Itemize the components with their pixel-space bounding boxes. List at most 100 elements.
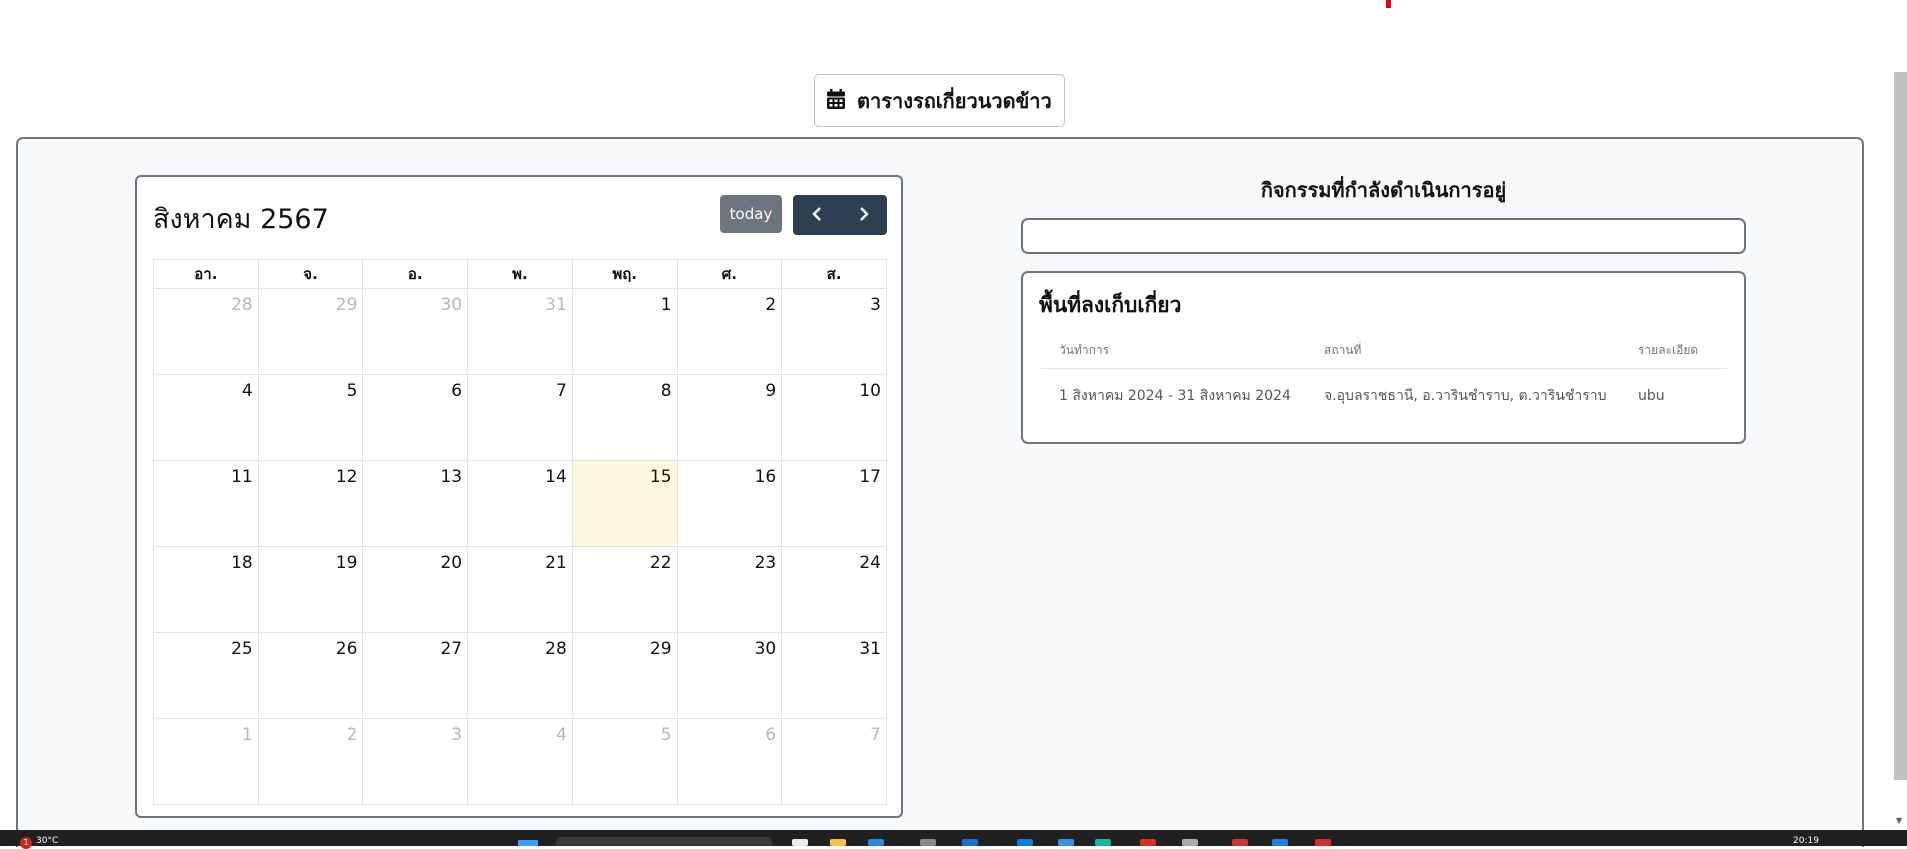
taskbar-clock[interactable]: 20:19 xyxy=(1793,836,1819,846)
calendar-day-cell[interactable]: 2 xyxy=(676,288,783,375)
harvest-area-title: พื้นที่ลงเก็บเกี่ยว xyxy=(1039,293,1182,317)
calendar-grid: อา. จ. อ. พ. พฤ. ศ. ส. 28 29 30 31 1 2 3… xyxy=(153,259,887,805)
calendar-day-cell[interactable]: 1 xyxy=(571,288,678,375)
activity-list-box xyxy=(1021,218,1746,254)
page-scrollbar[interactable] xyxy=(1894,72,1907,780)
activity-title: กิจกรรมที่กำลังดำเนินการอยู่ xyxy=(1260,178,1507,202)
schedule-title-label: ตารางรถเกี่ยวนวดข้าว xyxy=(857,88,1052,113)
calendar-week-row: 28 29 30 31 1 2 3 xyxy=(153,288,887,375)
calendar-card: สิงหาคม 2567 today อา. จ. อ. พ. พฤ. ศ. ส… xyxy=(135,175,903,818)
calendar-day-cell[interactable]: 12 xyxy=(257,460,364,547)
app-icon[interactable] xyxy=(1182,839,1198,846)
calendar-day-cell[interactable]: 7 xyxy=(467,374,573,461)
weekday-wed: พ. xyxy=(467,259,573,289)
app-icon[interactable] xyxy=(1272,839,1288,846)
schedule-title-button[interactable]: ตารางรถเกี่ยวนวดข้าว xyxy=(814,74,1065,127)
calendar-day-cell[interactable]: 23 xyxy=(676,546,783,633)
prev-month-button[interactable] xyxy=(793,195,840,235)
calendar-day-cell[interactable]: 13 xyxy=(362,460,469,547)
calendar-week-row: 25 26 27 28 29 30 31 xyxy=(153,632,887,719)
table-header-row: วันทำการ สถานที่ รายละเอียด xyxy=(1041,335,1727,369)
cell-location: จ.อุบลราชธานี, อ.วารินชำราบ, ต.วารินชำรา… xyxy=(1324,388,1607,404)
calendar-day-cell[interactable]: 4 xyxy=(467,718,573,805)
calendar-week-row: 11 12 13 14 15 16 17 xyxy=(153,460,887,547)
start-icon[interactable] xyxy=(518,840,538,846)
calendar-day-cell[interactable]: 21 xyxy=(467,546,573,633)
weekday-sun: อา. xyxy=(153,259,259,289)
folder-icon[interactable] xyxy=(830,839,846,846)
calendar-day-cell[interactable]: 5 xyxy=(257,374,364,461)
app-icon[interactable] xyxy=(1315,839,1331,846)
today-button[interactable]: today xyxy=(720,195,782,233)
calendar-day-cell[interactable]: 3 xyxy=(781,288,887,375)
calendar-nav xyxy=(793,195,887,235)
calendar-day-cell[interactable]: 8 xyxy=(571,374,678,461)
calendar-month-title: สิงหาคม 2567 xyxy=(153,204,329,235)
calendar-day-cell[interactable]: 9 xyxy=(676,374,783,461)
edge-icon[interactable] xyxy=(1017,839,1033,846)
calendar-day-cell[interactable]: 31 xyxy=(781,632,887,719)
calendar-day-cell[interactable]: 24 xyxy=(781,546,887,633)
weekday-thu: พฤ. xyxy=(571,259,678,289)
calendar-day-cell[interactable]: 31 xyxy=(467,288,573,375)
calendar-week-row: 4 5 6 7 8 9 10 xyxy=(153,374,887,461)
table-row[interactable]: 1 สิงหาคม 2024 - 31 สิงหาคม 2024 จ.อุบลร… xyxy=(1041,369,1727,408)
calendar-day-cell[interactable]: 28 xyxy=(153,288,259,375)
weekday-fri: ศ. xyxy=(676,259,783,289)
column-header-location: สถานที่ xyxy=(1306,335,1620,369)
calendar-day-cell[interactable]: 10 xyxy=(781,374,887,461)
chevron-left-icon xyxy=(811,206,823,225)
weekday-header-row: อา. จ. อ. พ. พฤ. ศ. ส. xyxy=(153,259,887,289)
calendar-day-cell[interactable]: 1 xyxy=(153,718,259,805)
calendar-day-cell[interactable]: 29 xyxy=(571,632,678,719)
calendar-day-cell[interactable]: 26 xyxy=(257,632,364,719)
calendar-day-cell[interactable]: 6 xyxy=(362,374,469,461)
app-icon[interactable] xyxy=(1095,839,1111,846)
calendar-day-cell[interactable]: 20 xyxy=(362,546,469,633)
calendar-day-cell[interactable]: 29 xyxy=(257,288,364,375)
weekday-tue: อ. xyxy=(362,259,469,289)
calendar-day-cell[interactable]: 30 xyxy=(362,288,469,375)
column-header-details: รายละเอียด xyxy=(1620,335,1727,369)
calendar-day-cell[interactable]: 22 xyxy=(571,546,678,633)
app-icon[interactable] xyxy=(1058,839,1074,846)
app-icon[interactable] xyxy=(920,839,936,846)
weekday-sat: ส. xyxy=(781,259,887,289)
calendar-day-cell[interactable]: 17 xyxy=(781,460,887,547)
chrome-icon[interactable] xyxy=(1140,839,1156,846)
calendar-day-cell[interactable]: 2 xyxy=(257,718,364,805)
calendar-day-cell[interactable]: 3 xyxy=(362,718,469,805)
calendar-day-cell[interactable]: 5 xyxy=(571,718,678,805)
weekday-mon: จ. xyxy=(257,259,364,289)
calendar-day-cell[interactable]: 16 xyxy=(676,460,783,547)
scroll-down-icon[interactable]: ▼ xyxy=(1896,816,1902,825)
file-icon[interactable] xyxy=(792,839,808,846)
calendar-week-row: 1 2 3 4 5 6 7 xyxy=(153,718,887,805)
chevron-right-icon xyxy=(858,206,870,225)
calendar-day-cell[interactable]: 14 xyxy=(467,460,573,547)
calendar-day-cell[interactable]: 18 xyxy=(153,546,259,633)
calendar-day-cell[interactable]: 28 xyxy=(467,632,573,719)
calendar-day-cell[interactable]: 27 xyxy=(362,632,469,719)
calendar-day-cell[interactable]: 19 xyxy=(257,546,364,633)
calendar-day-cell[interactable]: 30 xyxy=(676,632,783,719)
calendar-day-cell[interactable]: 4 xyxy=(153,374,259,461)
calendar-day-cell-today[interactable]: 15 xyxy=(571,460,678,547)
harvest-area-table: วันทำการ สถานที่ รายละเอียด 1 สิงหาคม 20… xyxy=(1041,335,1727,407)
taskbar xyxy=(0,830,1907,846)
app-icon[interactable] xyxy=(1232,839,1248,846)
notification-badge[interactable]: 1 xyxy=(20,837,32,849)
weather-widget[interactable]: 30°C xyxy=(36,836,58,846)
column-header-date: วันทำการ xyxy=(1041,335,1306,369)
app-icon[interactable] xyxy=(962,839,978,846)
harvest-area-card: พื้นที่ลงเก็บเกี่ยว วันทำการ สถานที่ ราย… xyxy=(1021,271,1746,444)
calendar-day-cell[interactable]: 7 xyxy=(781,718,887,805)
calendar-day-cell[interactable]: 11 xyxy=(153,460,259,547)
cell-details: ubu xyxy=(1638,388,1665,404)
taskbar-search[interactable] xyxy=(556,837,772,846)
calendar-day-cell[interactable]: 6 xyxy=(676,718,783,805)
next-month-button[interactable] xyxy=(840,195,887,235)
calendar-icon xyxy=(827,88,845,113)
calendar-day-cell[interactable]: 25 xyxy=(153,632,259,719)
store-icon[interactable] xyxy=(868,839,884,846)
